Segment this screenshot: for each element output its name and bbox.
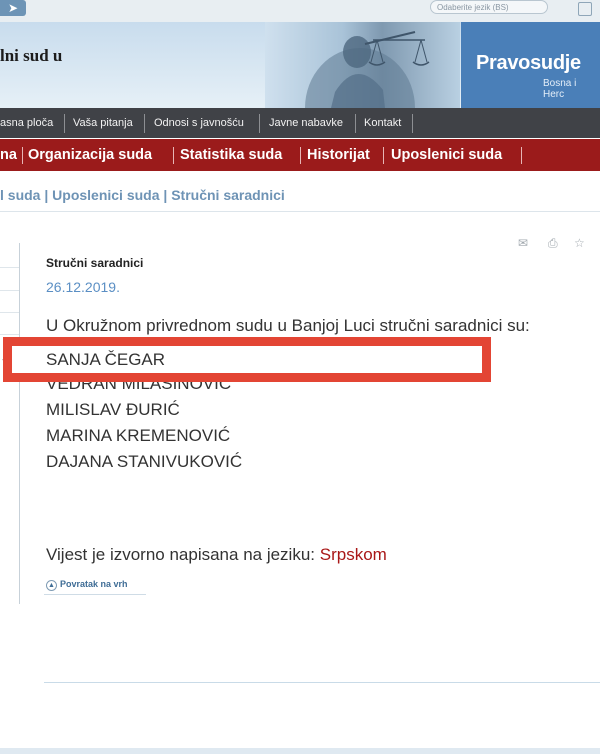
court-name: lni sud u [0,46,63,65]
divider [44,594,146,595]
star-icon[interactable]: ☆ [574,236,585,250]
nav-separator [64,114,65,133]
back-to-top-link[interactable]: ▲ Povratak na vrh [46,579,128,591]
source-language-note: Vijest je izvorno napisana na jeziku: Sr… [46,545,387,565]
nav-separator [300,147,301,164]
back-to-top-label: Povratak na vrh [60,579,128,589]
highlighted-name: SANJA ČEGAR [46,350,166,369]
justice-statue-image [265,22,460,108]
nav-item-pocetna[interactable]: asna ploča [0,108,53,138]
nav-separator [22,147,23,164]
nav-separator [383,147,384,164]
sidebar-divider [0,334,19,335]
top-bar: ➤ Odaberite jezik (BS) [0,0,600,23]
sidebar-divider [0,267,19,268]
main-navigation: na Organizacija suda Statistika suda His… [0,139,600,171]
nav-item-statistika[interactable]: Statistika suda [180,139,282,171]
list-item: MILISLAV ĐURIĆ [46,400,180,419]
nav-item-uposlenici[interactable]: Uposlenici suda [391,139,502,171]
article-title: Stručni saradnici [46,256,144,270]
divider [0,211,600,212]
top-navigation: asna ploča Vaša pitanja Odnosi s javnošć… [0,108,600,138]
nav-separator [412,114,413,133]
article-intro: U Okružnom privrednom sudu u Banjoj Luci… [46,316,530,335]
nav-separator [173,147,174,164]
pravosudje-logo[interactable]: Pravosudje Bosna i Herc [461,22,600,108]
arrow-up-icon: ▲ [46,580,57,591]
nav-item-odnosi[interactable]: Odnosi s javnošću [154,108,244,138]
envelope-icon[interactable]: ✉ [518,236,528,250]
sidebar: ‹ [0,243,20,604]
nav-separator [355,114,356,133]
nav-separator [521,147,522,164]
list-item: MARINA KREMENOVIĆ [46,426,231,445]
nav-item-vasa-pitanja[interactable]: Vaša pitanja [73,108,133,138]
divider [44,682,600,683]
print-icon[interactable]: ⎙ [548,236,558,251]
logo-text: Pravosudje [476,52,581,74]
window-icon[interactable] [578,2,592,16]
language-select[interactable]: Odaberite jezik (BS) [430,0,548,14]
list-item: DAJANA STANIVUKOVIĆ [46,452,243,471]
footer-strip [0,748,600,754]
site-header: lni sud u Pravosudje Bosna i Herc [0,22,600,108]
breadcrumb[interactable]: l suda | Uposlenici suda | Stručni sarad… [0,187,285,203]
nav-item-pocetna-main[interactable]: na [0,139,17,171]
sidebar-divider [0,290,19,291]
sidebar-divider [0,312,19,313]
source-prefix: Vijest je izvorno napisana na jeziku: [46,545,316,564]
logo-subtitle: Bosna i Herc [543,78,577,100]
source-language-link[interactable]: Srpskom [320,545,387,564]
article-date: 26.12.2019. [46,279,120,295]
nav-item-historijat[interactable]: Historijat [307,139,370,171]
arrow-right-icon[interactable]: ➤ [0,0,26,16]
nav-item-kontakt[interactable]: Kontakt [364,108,401,138]
nav-separator [144,114,145,133]
nav-separator [259,114,260,133]
nav-item-organizacija[interactable]: Organizacija suda [28,139,152,171]
nav-item-javne-nabavke[interactable]: Javne nabavke [269,108,343,138]
